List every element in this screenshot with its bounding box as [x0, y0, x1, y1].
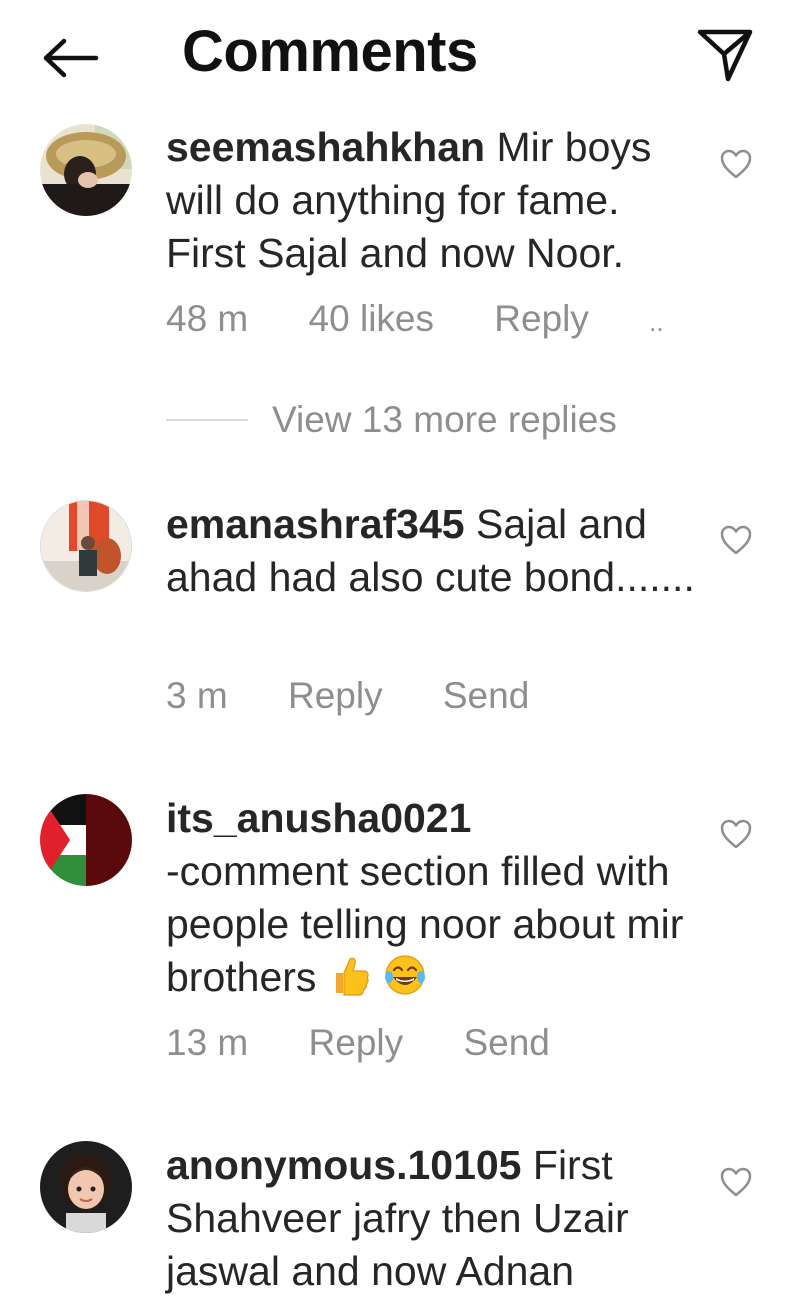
page-title: Comments: [182, 19, 478, 84]
heart-icon: [720, 525, 752, 555]
comment-username[interactable]: anonymous.10105: [166, 1142, 522, 1188]
more-options-icon[interactable]: ..: [649, 307, 663, 337]
reply-button[interactable]: Reply: [288, 675, 383, 716]
comment-text: anonymous.10105 First Shahveer jafry the…: [166, 1139, 696, 1298]
comment-likes[interactable]: 40 likes: [309, 298, 434, 339]
tears-of-joy-emoji: [385, 955, 426, 995]
share-button[interactable]: [690, 22, 760, 88]
send-button[interactable]: Send: [443, 675, 529, 716]
user-photo-avatar: [41, 501, 131, 591]
user-photo-avatar: [40, 124, 132, 216]
heart-icon: [720, 149, 752, 179]
comment-username[interactable]: its_anusha0021: [166, 795, 471, 841]
avatar[interactable]: [40, 1141, 132, 1233]
arrow-left-icon: [43, 38, 99, 78]
like-button[interactable]: [718, 816, 754, 852]
comment-time: 48 m: [166, 298, 249, 339]
comment-meta: 13 m Reply Send: [166, 1022, 600, 1064]
comments-header: Comments: [0, 0, 804, 110]
comment-time: 13 m: [166, 1022, 249, 1063]
avatar[interactable]: [40, 124, 132, 216]
comment-time: 3 m: [166, 675, 228, 716]
comment-text: emanashraf345 Sajal and ahad had also cu…: [166, 498, 696, 604]
like-button[interactable]: [718, 146, 754, 182]
reply-button[interactable]: Reply: [309, 1022, 404, 1063]
back-button[interactable]: [36, 30, 104, 86]
like-button[interactable]: [718, 1164, 754, 1200]
like-button[interactable]: [718, 522, 754, 558]
heart-icon: [720, 1167, 752, 1197]
comment-meta: 3 m Reply Send: [166, 675, 579, 717]
comment-text: seemashahkhan Mir boys will do anything …: [166, 121, 696, 280]
replies-divider: [166, 419, 248, 421]
view-more-replies-button[interactable]: View 13 more replies: [166, 395, 686, 445]
reply-button[interactable]: Reply: [494, 298, 589, 339]
flag-avatar: [40, 794, 132, 886]
avatar[interactable]: [40, 500, 132, 592]
thumbs-up-emoji: [335, 957, 369, 996]
heart-icon: [720, 819, 752, 849]
paper-plane-icon: [697, 29, 753, 82]
send-button[interactable]: Send: [463, 1022, 549, 1063]
avatar[interactable]: [40, 794, 132, 886]
comment-username[interactable]: emanashraf345: [166, 501, 465, 547]
comment-meta: 48 m 40 likes Reply ..: [166, 298, 664, 340]
comment-text: its_anusha0021 -comment section filled w…: [166, 792, 696, 1004]
comment-username[interactable]: seemashahkhan: [166, 124, 485, 170]
view-replies-label: View 13 more replies: [272, 399, 617, 440]
user-memoji-avatar: [40, 1141, 132, 1233]
